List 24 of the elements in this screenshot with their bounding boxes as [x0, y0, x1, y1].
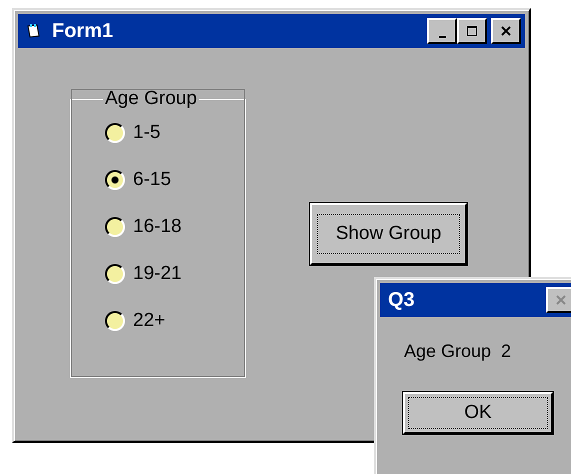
dialog-title: Q3 — [388, 288, 415, 312]
radio-option[interactable]: 1-5 — [105, 120, 245, 146]
show-group-button[interactable]: Show Group — [310, 203, 467, 265]
window-title: Form1 — [52, 20, 114, 42]
close-icon — [499, 25, 513, 37]
radio-button[interactable] — [105, 311, 125, 331]
radio-option[interactable]: 19-21 — [105, 261, 245, 287]
radio-option[interactable]: 22+ — [105, 308, 245, 334]
minimize-icon — [438, 36, 446, 38]
maximize-icon — [465, 25, 479, 37]
maximize-button[interactable] — [457, 18, 487, 44]
minimize-button[interactable] — [427, 18, 457, 44]
close-button[interactable] — [546, 287, 571, 313]
close-button[interactable] — [491, 18, 521, 44]
radio-option[interactable]: 16-18 — [105, 214, 245, 240]
radio-button[interactable] — [105, 264, 125, 284]
close-icon — [554, 294, 568, 306]
radio-button[interactable] — [105, 217, 125, 237]
radio-option[interactable]: 6-15 — [105, 167, 245, 193]
radio-button[interactable] — [105, 123, 125, 143]
radio-button[interactable] — [105, 170, 125, 190]
group-label: Age Group — [104, 88, 198, 110]
message-text: Age Group 2 — [404, 341, 512, 362]
ok-button[interactable]: OK — [403, 392, 553, 434]
